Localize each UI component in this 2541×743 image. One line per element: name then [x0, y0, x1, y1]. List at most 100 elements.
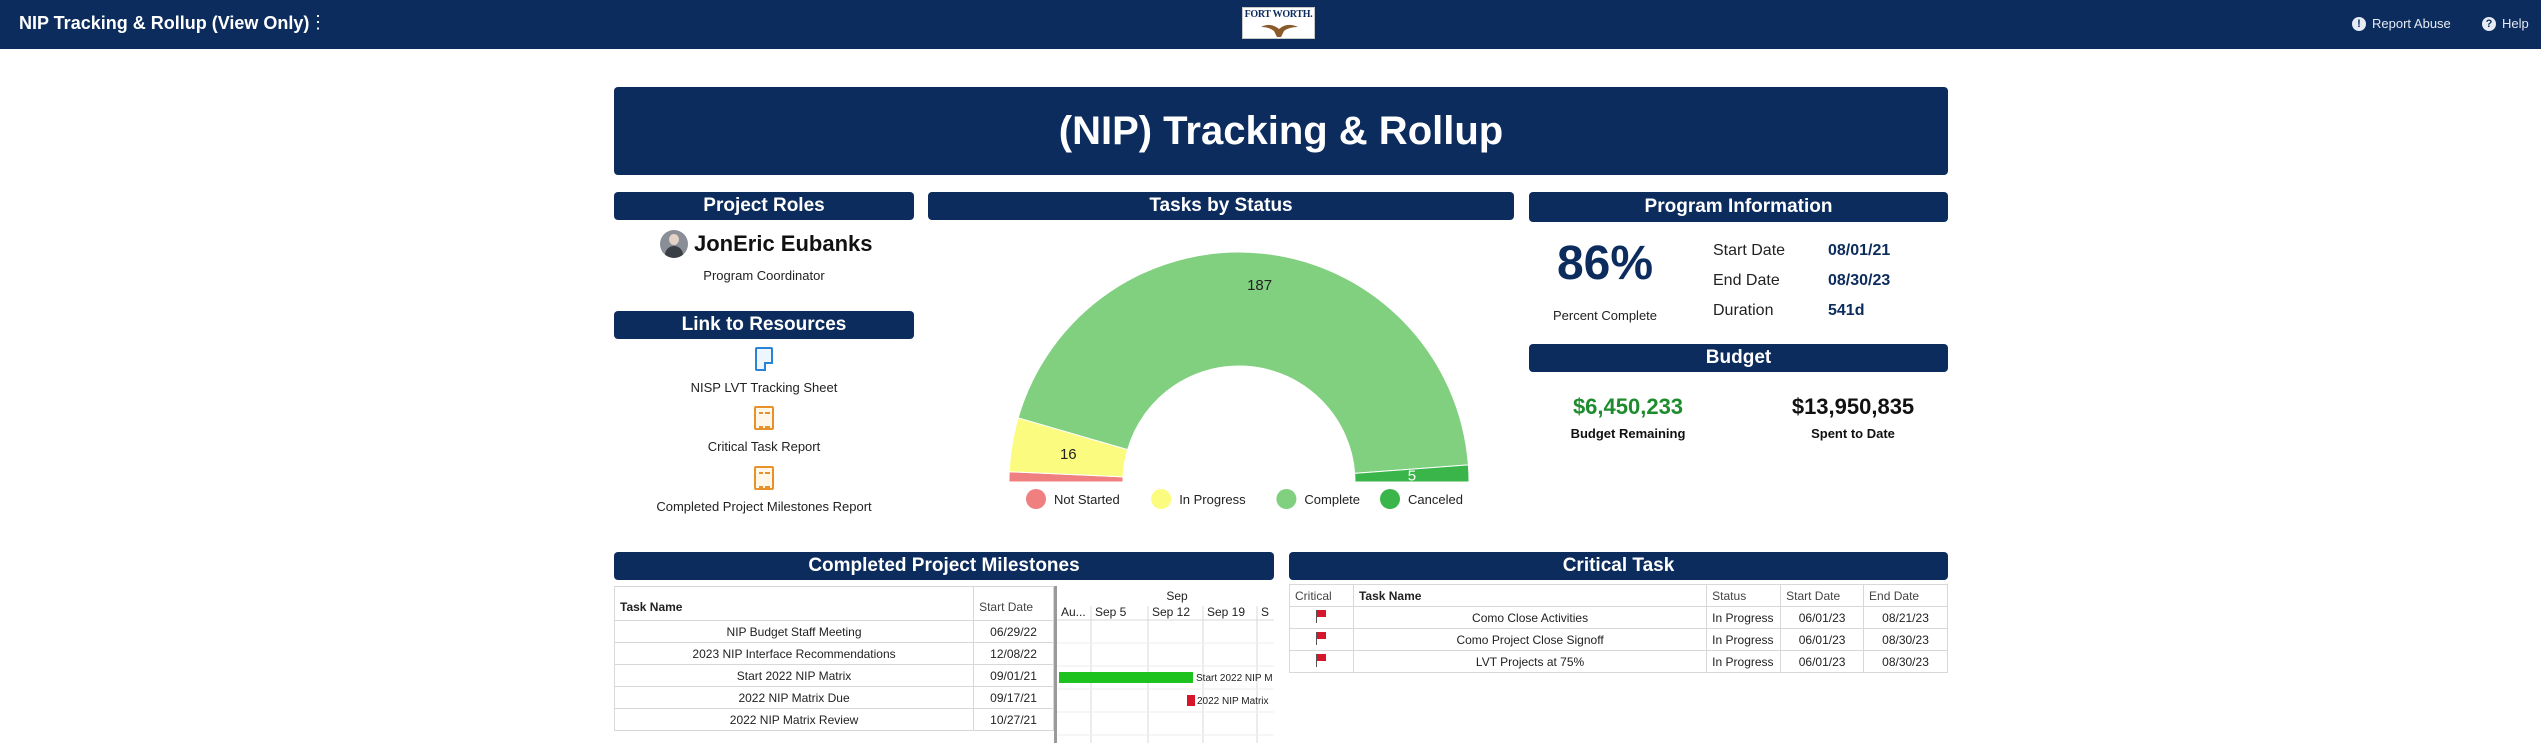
report-abuse-label: Report Abuse	[2372, 16, 2451, 31]
critical-task-header: Critical Task	[1289, 552, 1948, 580]
info-value: 08/01/21	[1828, 242, 1891, 259]
gantt-week-label: Sep 12	[1152, 605, 1190, 619]
gantt-week-label: Sep 5	[1095, 605, 1127, 619]
legend-label[interactable]: Canceled	[1408, 492, 1463, 507]
data-label: 16	[1060, 446, 1077, 463]
resource-label: NISP LVT Tracking Sheet	[690, 380, 838, 395]
critical-cell	[1289, 650, 1354, 673]
donut-chart: 16 187 5 Not Started In Progress Complete Canc…	[1008, 251, 1470, 509]
info-value: 541d	[1828, 302, 1865, 319]
gantt-bar[interactable]	[1059, 672, 1193, 683]
start-date-cell: 09/17/21	[973, 686, 1054, 709]
info-key: Duration	[1713, 302, 1774, 319]
duration-row: Duration 541d	[1713, 302, 1864, 320]
flag-icon	[1315, 653, 1327, 667]
critical-cell	[1289, 606, 1354, 629]
task-name-cell: Como Close Activities	[1352, 606, 1708, 629]
help-label: Help	[2502, 16, 2529, 31]
start-date-cell: 12/08/22	[973, 642, 1054, 665]
column-header-task[interactable]: Task Name	[1352, 584, 1708, 607]
start-date-cell: 06/29/22	[973, 620, 1054, 643]
help-icon: ?	[2482, 16, 2496, 31]
gantt-milestone[interactable]	[1187, 695, 1195, 706]
start-date-cell: 06/01/23	[1780, 628, 1865, 651]
table-row[interactable]: 2022 NIP Matrix Due 09/17/21	[613, 686, 1054, 709]
tasks-status-header: Tasks by Status	[928, 192, 1514, 220]
gantt-week-label: Sep 19	[1207, 605, 1245, 619]
table-row[interactable]: NIP Budget Staff Meeting 06/29/22	[613, 620, 1054, 643]
person-card: JonEric Eubanks	[660, 230, 873, 258]
resource-link-milestones[interactable]: Completed Project Milestones Report	[614, 466, 914, 514]
task-name-cell: Como Project Close Signoff	[1352, 628, 1708, 651]
app-header: NIP Tracking & Rollup (View Only) ⋮ FORT…	[0, 0, 2541, 49]
legend-swatch	[1151, 489, 1172, 509]
alert-icon: !	[2352, 16, 2366, 31]
page-title: (NIP) Tracking & Rollup	[614, 87, 1948, 175]
budget-remaining-label: Budget Remaining	[1570, 426, 1686, 441]
document-icon	[755, 347, 773, 371]
critical-task-table: Critical Task Name Status Start Date End…	[1289, 584, 1948, 673]
legend-label[interactable]: Complete	[1304, 492, 1360, 507]
column-header-start[interactable]: Start Date	[973, 586, 1054, 621]
budget-header: Budget	[1529, 344, 1948, 372]
status-cell: In Progress	[1706, 650, 1782, 673]
column-header-critical[interactable]: Critical	[1289, 584, 1354, 607]
resources-header: Link to Resources	[614, 311, 914, 339]
task-name-cell: 2022 NIP Matrix Review	[613, 708, 975, 731]
gantt-bar-label: 2022 NIP Matrix	[1197, 696, 1269, 707]
report-abuse-link[interactable]: ! Report Abuse	[2352, 16, 2451, 31]
legend-label[interactable]: In Progress	[1179, 492, 1246, 507]
percent-complete-value: 86%	[1556, 237, 1654, 290]
task-name-cell: 2022 NIP Matrix Due	[613, 686, 975, 709]
end-date-cell: 08/21/23	[1863, 606, 1948, 629]
gantt-month-label: Sep	[1166, 589, 1188, 603]
status-cell: In Progress	[1706, 606, 1782, 629]
percent-complete-label: Percent Complete	[1552, 308, 1658, 323]
status-cell: In Progress	[1706, 628, 1782, 651]
info-value: 08/30/23	[1828, 272, 1891, 289]
table-row[interactable]: Como Close Activities In Progress 06/01/…	[1289, 606, 1948, 629]
task-name-cell: NIP Budget Staff Meeting	[613, 620, 975, 643]
column-header-status[interactable]: Status	[1706, 584, 1782, 607]
milestones-header: Completed Project Milestones	[614, 552, 1274, 580]
legend-swatch	[1026, 489, 1046, 509]
start-date-cell: 09/01/21	[973, 664, 1054, 687]
resource-label: Critical Task Report	[707, 439, 821, 454]
program-info-header: Program Information	[1529, 192, 1948, 222]
critical-cell	[1289, 628, 1354, 651]
info-key: End Date	[1713, 272, 1780, 289]
end-date-row: End Date 08/30/23	[1713, 272, 1890, 290]
project-roles-header: Project Roles	[614, 192, 914, 220]
legend-swatch	[1380, 489, 1400, 509]
table-row[interactable]: Como Project Close Signoff In Progress 0…	[1289, 628, 1948, 651]
table-row[interactable]: 2022 NIP Matrix Review 10/27/21	[613, 708, 1054, 731]
person-name: JonEric Eubanks	[694, 231, 873, 256]
table-row[interactable]: Start 2022 NIP Matrix 09/01/21	[613, 664, 1054, 687]
help-link[interactable]: ? Help	[2482, 16, 2529, 31]
tasks-status-chart: 16 187 5 Not Started In Progress Complete Canc…	[928, 222, 1522, 522]
column-header-end[interactable]: End Date	[1863, 584, 1948, 607]
data-label: 187	[1247, 277, 1272, 294]
avatar	[660, 230, 688, 258]
milestones-table: Task Name Start Date NIP Budget Staff Me…	[613, 586, 1054, 731]
gantt-bar-label: Start 2022 NIP M	[1196, 673, 1273, 684]
fort-worth-logo: FORT WORTH.	[1242, 7, 1315, 39]
report-icon	[754, 466, 774, 490]
resource-link-nisp[interactable]: NISP LVT Tracking Sheet	[614, 347, 914, 395]
legend-swatch	[1276, 489, 1297, 509]
spent-to-date-label: Spent to Date	[1811, 426, 1895, 441]
start-date-cell: 10/27/21	[973, 708, 1054, 731]
start-date-cell: 06/01/23	[1780, 606, 1865, 629]
more-options-icon[interactable]: ⋮	[309, 12, 327, 33]
column-header-start[interactable]: Start Date	[1780, 584, 1865, 607]
column-header-task[interactable]: Task Name	[613, 586, 975, 621]
person-role: Program Coordinator	[703, 268, 825, 283]
end-date-cell: 08/30/23	[1863, 650, 1948, 673]
table-row[interactable]: LVT Projects at 75% In Progress 06/01/23…	[1289, 650, 1948, 673]
gantt-week-label: Au...	[1061, 605, 1086, 619]
end-date-cell: 08/30/23	[1863, 628, 1948, 651]
app-title: NIP Tracking & Rollup (View Only)	[19, 13, 310, 33]
legend-label[interactable]: Not Started	[1054, 492, 1120, 507]
table-row[interactable]: 2023 NIP Interface Recommendations 12/08/…	[613, 642, 1054, 665]
resource-link-critical[interactable]: Critical Task Report	[614, 406, 914, 454]
